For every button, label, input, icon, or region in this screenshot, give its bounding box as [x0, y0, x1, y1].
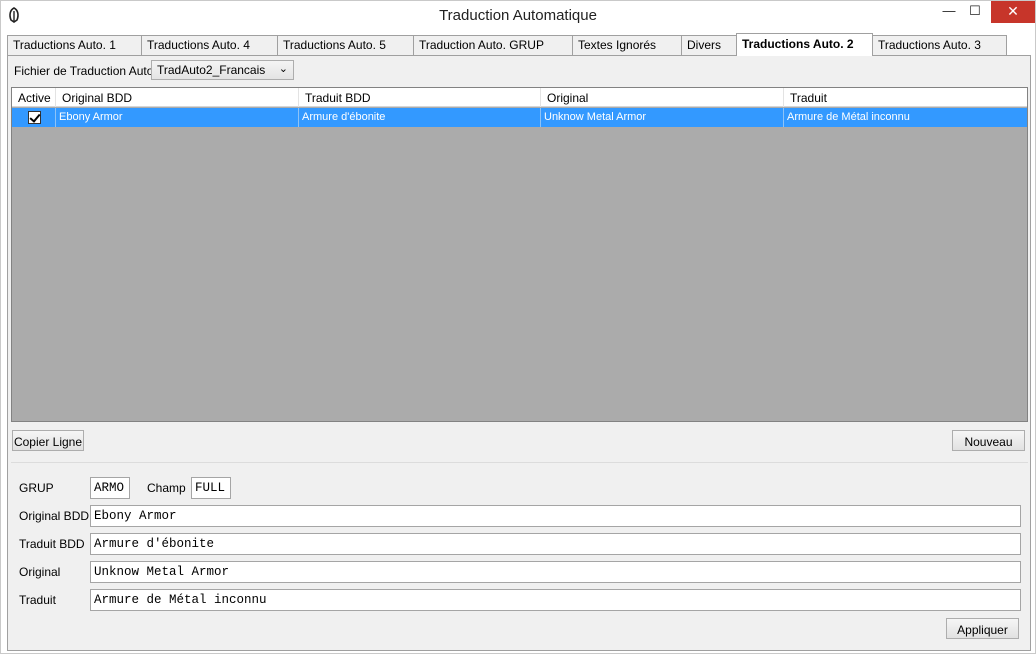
- apply-button[interactable]: Appliquer: [946, 618, 1019, 639]
- original-label: Original: [19, 565, 61, 579]
- grid-header: Active Original BDD Traduit BDD Original…: [12, 88, 1027, 107]
- row-traduit-cell[interactable]: Armure de Métal inconnu: [784, 108, 1027, 127]
- chevron-down-icon: ⌄: [278, 63, 288, 75]
- title-bar[interactable]: Traduction Automatique — ☐ ✕: [1, 1, 1035, 31]
- column-header-traduit-bdd[interactable]: Traduit BDD: [299, 88, 541, 107]
- traduit-label: Traduit: [19, 593, 56, 607]
- maximize-button[interactable]: ☐: [961, 1, 989, 23]
- close-button[interactable]: ✕: [991, 1, 1035, 23]
- row-original-cell[interactable]: Unknow Metal Armor: [541, 108, 784, 127]
- original-bdd-label: Original BDD: [19, 509, 90, 523]
- tab-traductions-auto-3[interactable]: Traductions Auto. 3: [872, 35, 1007, 55]
- column-header-original[interactable]: Original: [541, 88, 784, 107]
- tab-strip: Traductions Auto. 1 Traductions Auto. 4 …: [7, 33, 1031, 56]
- traduit-bdd-field[interactable]: Armure d'ébonite: [90, 533, 1021, 555]
- original-bdd-field[interactable]: Ebony Armor: [90, 505, 1021, 527]
- tab-traductions-auto-2[interactable]: Traductions Auto. 2: [736, 33, 873, 56]
- translation-grid[interactable]: Active Original BDD Traduit BDD Original…: [11, 87, 1028, 422]
- grup-label: GRUP: [19, 481, 54, 495]
- column-header-traduit[interactable]: Traduit: [784, 88, 1027, 107]
- traduit-field[interactable]: Armure de Métal inconnu: [90, 589, 1021, 611]
- tab-traductions-auto-4[interactable]: Traductions Auto. 4: [141, 35, 278, 55]
- row-traduit-bdd-cell[interactable]: Armure d'ébonite: [299, 108, 541, 127]
- tab-textes-ignores[interactable]: Textes Ignorés: [572, 35, 682, 55]
- champ-field[interactable]: FULL: [191, 477, 231, 499]
- main-window: Traduction Automatique — ☐ ✕ Traductions…: [0, 0, 1036, 654]
- file-label: Fichier de Traduction Auto.: [14, 64, 157, 78]
- column-header-active[interactable]: Active: [12, 88, 56, 107]
- row-active-cell[interactable]: [12, 108, 56, 127]
- tab-traduction-auto-grup[interactable]: Traduction Auto. GRUP: [413, 35, 573, 55]
- tab-panel: Fichier de Traduction Auto. TradAuto2_Fr…: [7, 55, 1031, 651]
- file-select-value: TradAuto2_Francais: [157, 63, 266, 77]
- champ-label: Champ: [147, 481, 186, 495]
- new-button[interactable]: Nouveau: [952, 430, 1025, 451]
- grup-field[interactable]: ARMO: [90, 477, 130, 499]
- window-title: Traduction Automatique: [439, 7, 597, 24]
- file-select[interactable]: TradAuto2_Francais ⌄: [151, 60, 294, 80]
- table-row[interactable]: Ebony Armor Armure d'ébonite Unknow Meta…: [12, 108, 1027, 127]
- traduit-bdd-label: Traduit BDD: [19, 537, 85, 551]
- tab-traductions-auto-5[interactable]: Traductions Auto. 5: [277, 35, 414, 55]
- checkmark-icon[interactable]: [28, 111, 41, 124]
- tab-divers[interactable]: Divers: [681, 35, 737, 55]
- row-original-bdd-cell[interactable]: Ebony Armor: [56, 108, 299, 127]
- original-field[interactable]: Unknow Metal Armor: [90, 561, 1021, 583]
- column-header-original-bdd[interactable]: Original BDD: [56, 88, 299, 107]
- tab-traductions-auto-1[interactable]: Traductions Auto. 1: [7, 35, 142, 55]
- minimize-button[interactable]: —: [935, 1, 963, 23]
- section-divider: [11, 462, 1028, 463]
- copy-line-button[interactable]: Copier Ligne: [12, 430, 84, 451]
